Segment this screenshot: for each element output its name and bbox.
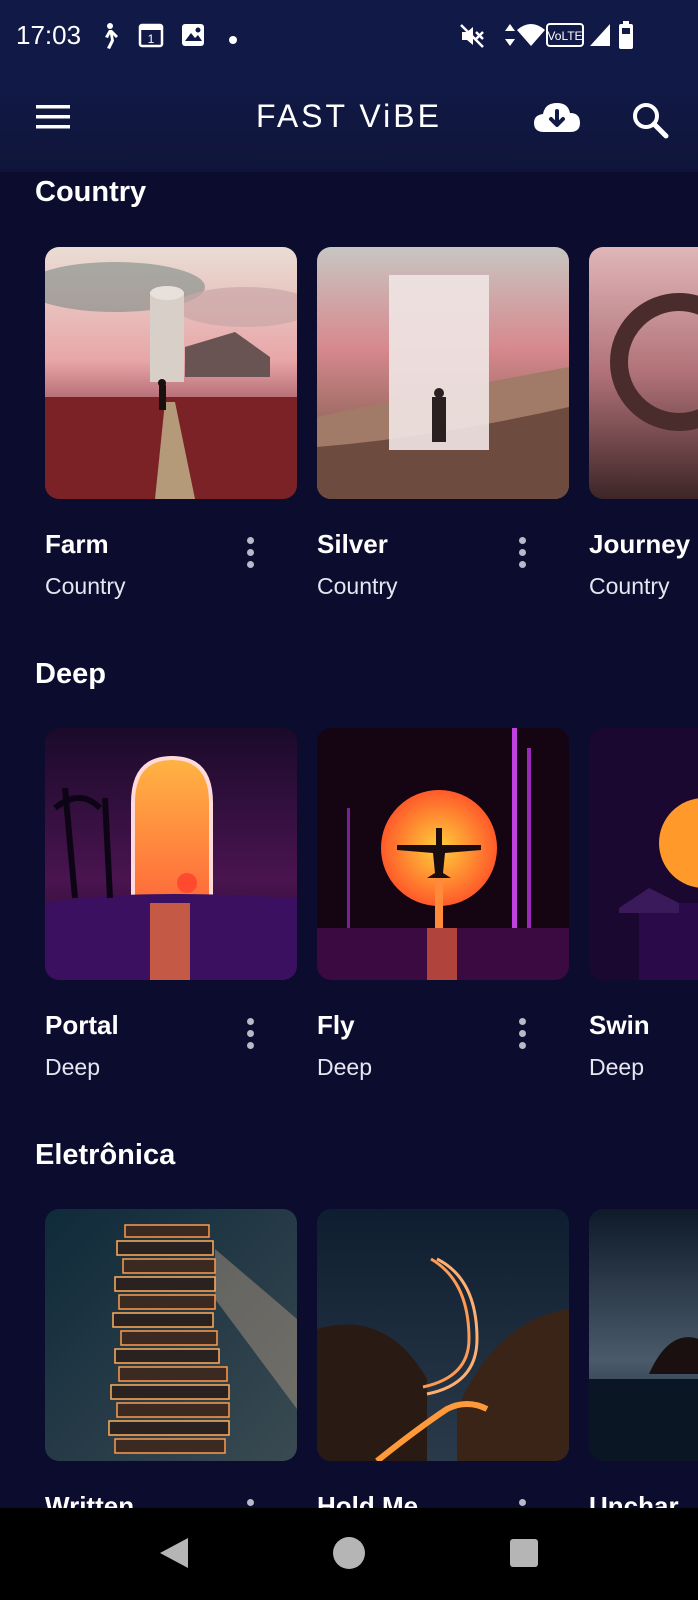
content-scroll[interactable]: Country Farm Country Silver Country Jour… — [0, 172, 698, 1508]
cover-swin[interactable] — [589, 728, 698, 980]
track-genre: Country — [589, 573, 670, 599]
wifi-icon — [516, 22, 546, 53]
more-options-icon[interactable] — [515, 1499, 529, 1508]
cover-portal[interactable] — [45, 728, 297, 980]
data-arrows-icon — [504, 22, 516, 53]
track-title: Unchar — [589, 1491, 679, 1508]
cover-farm[interactable] — [45, 247, 297, 499]
cover-written[interactable] — [45, 1209, 297, 1461]
status-bar: 17:03 1 VoLTE — [0, 0, 698, 72]
dot-icon — [228, 32, 238, 50]
recents-icon[interactable] — [509, 1538, 539, 1573]
svg-text:1: 1 — [148, 32, 155, 46]
status-time: 17:03 — [16, 20, 82, 50]
section-title-deep: Deep — [35, 658, 106, 690]
volte-icon: VoLTE — [546, 23, 584, 52]
walk-icon — [98, 22, 120, 55]
app-bar: FAST ViBE — [0, 72, 698, 172]
cloud-download-icon[interactable] — [532, 98, 582, 143]
track-title: Hold Me — [317, 1491, 419, 1508]
track-title: Portal — [45, 1010, 119, 1040]
more-options-icon[interactable] — [243, 537, 257, 573]
more-options-icon[interactable] — [243, 1018, 257, 1054]
track-genre: Deep — [45, 1054, 100, 1080]
svg-text:VoLTE: VoLTE — [547, 29, 582, 43]
app-title: FAST ViBE — [256, 98, 442, 134]
track-genre: Country — [317, 573, 398, 599]
cover-journey[interactable] — [589, 247, 698, 499]
cover-fly[interactable] — [317, 728, 569, 980]
battery-icon — [618, 20, 634, 55]
mute-icon — [458, 22, 486, 55]
photo-icon — [180, 22, 206, 53]
carousel-eletronica[interactable]: Written Hold Me Unchar — [0, 1209, 698, 1508]
carousel-deep[interactable]: Portal Deep Fly Deep Swin Deep — [0, 728, 698, 1108]
carousel-country[interactable]: Farm Country Silver Country Journey Coun… — [0, 247, 698, 627]
track-genre: Deep — [317, 1054, 372, 1080]
cover-silver[interactable] — [317, 247, 569, 499]
track-title: Written — [45, 1491, 135, 1508]
search-icon[interactable] — [630, 100, 670, 145]
system-nav-bar — [0, 1508, 698, 1600]
track-title: Journey — [589, 529, 691, 559]
more-options-icon[interactable] — [243, 1499, 257, 1508]
calendar-icon: 1 — [138, 22, 164, 53]
track-title: Swin — [589, 1010, 650, 1040]
back-icon[interactable] — [158, 1536, 190, 1575]
cover-hold-me[interactable] — [317, 1209, 569, 1461]
section-title-eletronica: Eletrônica — [35, 1139, 176, 1171]
signal-icon — [588, 22, 612, 53]
more-options-icon[interactable] — [515, 537, 529, 573]
track-title: Farm — [45, 529, 109, 559]
track-title: Silver — [317, 529, 388, 559]
cover-unchar[interactable] — [589, 1209, 698, 1461]
track-genre: Deep — [589, 1054, 644, 1080]
home-icon[interactable] — [332, 1536, 366, 1575]
track-title: Fly — [317, 1010, 355, 1040]
track-genre: Country — [45, 573, 126, 599]
section-title-country: Country — [35, 176, 147, 208]
more-options-icon[interactable] — [515, 1018, 529, 1054]
